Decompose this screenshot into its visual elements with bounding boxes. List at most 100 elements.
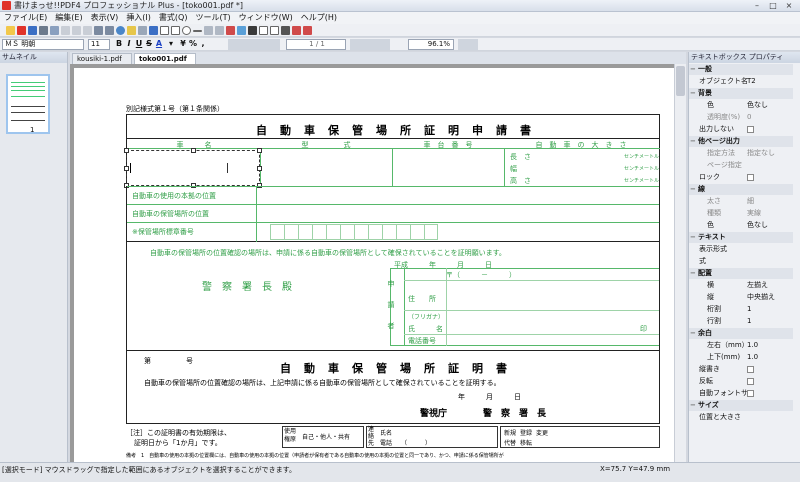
property-row[interactable]: 色 色なし bbox=[689, 220, 793, 231]
help-icon[interactable] bbox=[115, 26, 125, 35]
zoom-buttons[interactable] bbox=[458, 39, 478, 50]
collapse-icon[interactable]: − bbox=[690, 400, 696, 411]
paste-icon[interactable] bbox=[82, 26, 92, 35]
property-row[interactable]: 縦 中央揃え bbox=[689, 292, 793, 303]
property-section[interactable]: − 線 bbox=[689, 184, 793, 195]
property-row[interactable]: 桁割 1 bbox=[689, 304, 793, 315]
page-thumbnail[interactable] bbox=[6, 74, 50, 134]
collapse-icon[interactable]: − bbox=[690, 64, 696, 75]
cut-icon[interactable] bbox=[60, 26, 70, 35]
collapse-icon[interactable]: − bbox=[690, 184, 696, 195]
property-value[interactable]: 0 bbox=[747, 112, 751, 123]
property-value[interactable]: 実線 bbox=[747, 208, 761, 219]
copy-icon[interactable] bbox=[71, 26, 81, 35]
open-icon[interactable] bbox=[5, 26, 15, 35]
property-row[interactable]: 行割 1 bbox=[689, 316, 793, 327]
menu-help[interactable]: ヘルプ(H) bbox=[297, 12, 341, 24]
polygon-icon[interactable] bbox=[214, 26, 224, 35]
stamp-icon[interactable] bbox=[291, 26, 301, 35]
color-dropdown[interactable]: ▾ bbox=[164, 39, 178, 49]
property-row[interactable]: 左右（mm） 1.0 bbox=[689, 340, 793, 351]
scrollbar-thumb[interactable] bbox=[676, 66, 685, 96]
print-icon[interactable] bbox=[38, 26, 48, 35]
close-button[interactable]: × bbox=[782, 1, 796, 11]
property-row[interactable]: 太さ 細 bbox=[689, 196, 793, 207]
menu-insert[interactable]: 挿入(I) bbox=[122, 12, 155, 24]
selected-textbox-t2[interactable] bbox=[124, 148, 262, 188]
polyline-icon[interactable] bbox=[203, 26, 213, 35]
property-section[interactable]: − 配置 bbox=[689, 268, 793, 279]
property-value[interactable]: 1.0 bbox=[747, 352, 758, 363]
text-tool-icon[interactable] bbox=[280, 26, 290, 35]
ellipse-icon[interactable] bbox=[181, 26, 191, 35]
align-buttons[interactable] bbox=[228, 39, 280, 50]
tab-kousiki[interactable]: kousiki-1.pdf * bbox=[72, 53, 132, 74]
property-row[interactable]: ページ指定 bbox=[689, 160, 793, 171]
textbox-icon[interactable] bbox=[159, 26, 169, 35]
percent-button[interactable]: % bbox=[188, 39, 198, 49]
property-checkbox[interactable] bbox=[747, 174, 754, 181]
select-icon[interactable] bbox=[126, 26, 136, 35]
property-section[interactable]: − 一般 bbox=[689, 64, 793, 75]
collapse-icon[interactable]: − bbox=[690, 328, 696, 339]
zoom-select[interactable]: 96.1% bbox=[408, 39, 454, 50]
property-row[interactable]: 反転 bbox=[689, 376, 793, 387]
property-section[interactable]: − 他ページ出力 bbox=[689, 136, 793, 147]
comma-icon[interactable]: , bbox=[198, 39, 208, 49]
property-value[interactable]: 1.0 bbox=[747, 340, 758, 351]
menu-format[interactable]: 書式(Q) bbox=[155, 12, 192, 24]
property-checkbox[interactable] bbox=[747, 378, 754, 385]
property-value[interactable]: 細 bbox=[747, 196, 754, 207]
page-nav-buttons[interactable] bbox=[350, 39, 390, 50]
property-section[interactable]: − サイズ bbox=[689, 400, 793, 411]
checkbox-tool-icon[interactable] bbox=[236, 26, 246, 35]
property-checkbox[interactable] bbox=[747, 126, 754, 133]
property-value[interactable]: 左揃え bbox=[747, 280, 768, 291]
property-row[interactable]: 表示形式 bbox=[689, 244, 793, 255]
collapse-icon[interactable]: − bbox=[690, 88, 696, 99]
property-row[interactable]: 透明度(%) 0 bbox=[689, 112, 793, 123]
property-row[interactable]: 位置と大きさ bbox=[689, 412, 793, 423]
pdf-page[interactable]: 別記様式第１号（第１条関係） 自 動 車 保 管 場 所 証 明 申 請 書 車… bbox=[74, 68, 674, 462]
property-section[interactable]: − 余白 bbox=[689, 328, 793, 339]
property-value[interactable]: 1 bbox=[747, 304, 751, 315]
underline-button[interactable]: U bbox=[134, 39, 144, 49]
property-row[interactable]: 出力しない bbox=[689, 124, 793, 135]
pen-icon[interactable] bbox=[247, 26, 257, 35]
tab-toko001[interactable]: toko001.pdf * bbox=[134, 53, 196, 74]
property-section[interactable]: − 背景 bbox=[689, 88, 793, 99]
property-row[interactable]: 指定方法 指定なし bbox=[689, 148, 793, 159]
property-checkbox[interactable] bbox=[747, 366, 754, 373]
menu-file[interactable]: ファイル(E) bbox=[0, 12, 51, 24]
collapse-icon[interactable]: − bbox=[690, 232, 696, 243]
zoom-icon[interactable] bbox=[148, 26, 158, 35]
property-value[interactable]: 中央揃え bbox=[747, 292, 775, 303]
property-row[interactable]: 色 色なし bbox=[689, 100, 793, 111]
rect-icon[interactable] bbox=[170, 26, 180, 35]
property-row[interactable]: 横 左揃え bbox=[689, 280, 793, 291]
font-color-button[interactable]: A bbox=[154, 39, 164, 49]
undo-icon[interactable] bbox=[93, 26, 103, 35]
pdf-icon[interactable] bbox=[16, 26, 26, 35]
property-value[interactable]: 色なし bbox=[747, 100, 768, 111]
property-row[interactable]: 種類 実線 bbox=[689, 208, 793, 219]
yen-icon[interactable]: ¥ bbox=[178, 39, 188, 49]
menu-window[interactable]: ウィンドウ(W) bbox=[235, 12, 297, 24]
page-indicator[interactable]: 1 / 1 bbox=[286, 39, 346, 50]
line-color-icon[interactable] bbox=[269, 26, 279, 35]
property-row[interactable]: ロック bbox=[689, 172, 793, 183]
property-value[interactable]: 色なし bbox=[747, 220, 768, 231]
fill-color-icon[interactable] bbox=[258, 26, 268, 35]
property-row[interactable]: 縦書き bbox=[689, 364, 793, 375]
preview-icon[interactable] bbox=[49, 26, 59, 35]
menu-tools[interactable]: ツール(T) bbox=[191, 12, 234, 24]
property-value[interactable]: 1 bbox=[747, 316, 751, 327]
redo-icon[interactable] bbox=[104, 26, 114, 35]
collapse-icon[interactable]: − bbox=[690, 136, 696, 147]
hand-icon[interactable] bbox=[137, 26, 147, 35]
line-icon[interactable] bbox=[192, 30, 202, 32]
font-select[interactable]: ＭＳ 明朝 bbox=[2, 39, 84, 50]
menu-edit[interactable]: 編集(E) bbox=[51, 12, 86, 24]
image-icon[interactable] bbox=[225, 26, 235, 35]
font-size-select[interactable]: 11 bbox=[88, 39, 110, 50]
